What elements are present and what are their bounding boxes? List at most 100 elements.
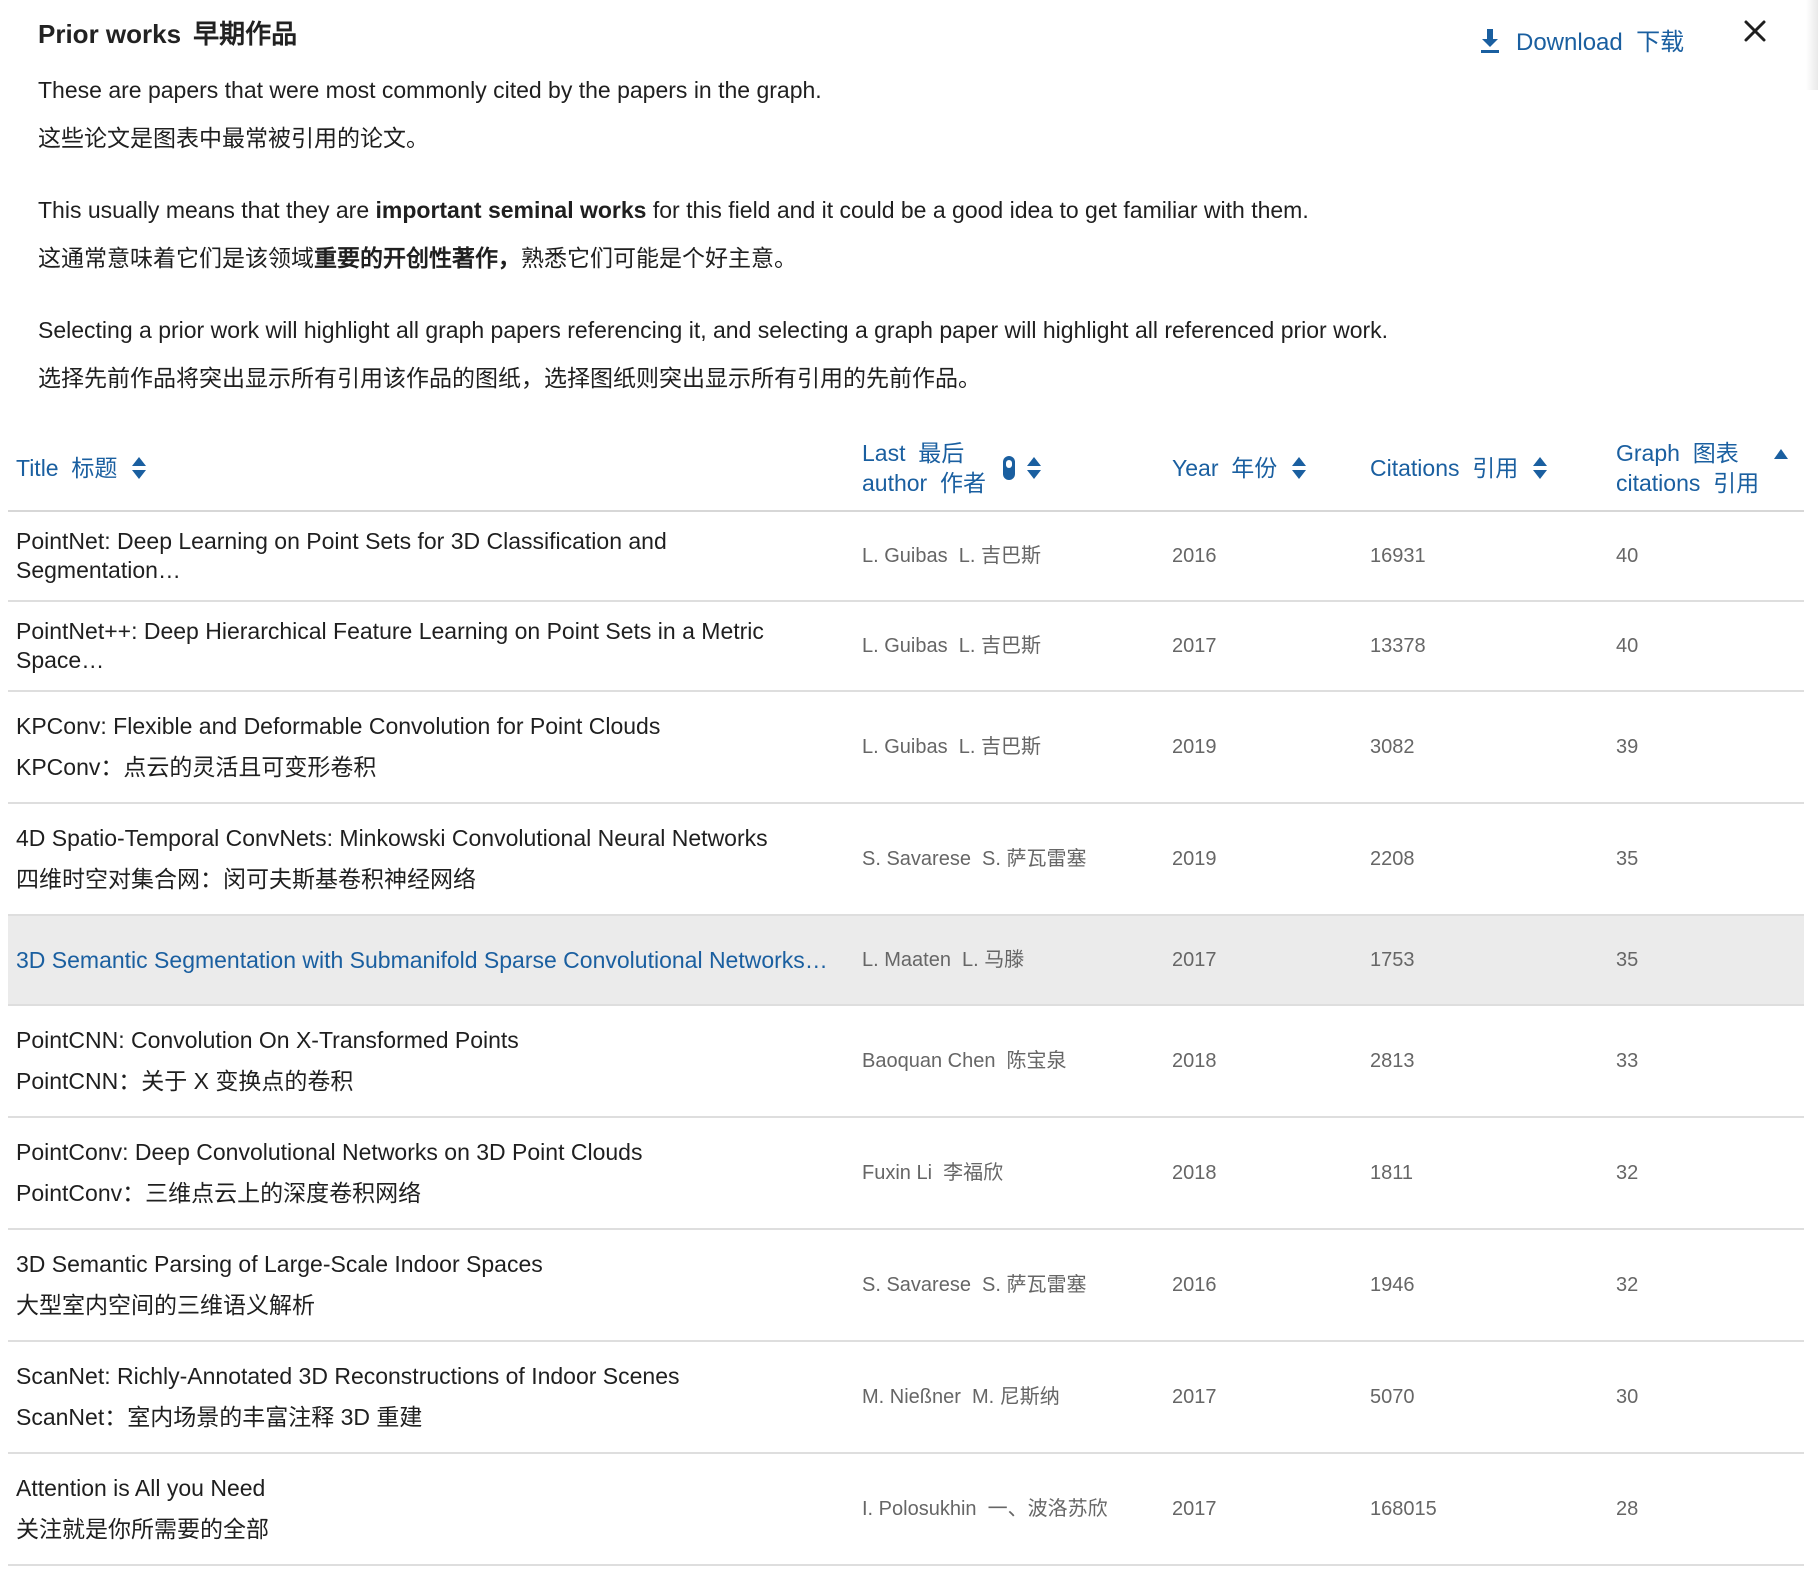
- intro-p2-en-bold: important seminal works: [375, 197, 647, 223]
- column-header-citations[interactable]: Citations 引用: [1370, 425, 1548, 510]
- paper-title-zh: 大型室内空间的三维语义解析: [16, 1292, 315, 1318]
- year: 2019: [1172, 847, 1217, 870]
- column-graph-label: Graph 图表 citations 引用: [1616, 438, 1759, 498]
- paper-title: PointCNN: Convolution On X-Transformed P…: [16, 1027, 519, 1053]
- year: 2017: [1172, 1497, 1217, 1520]
- graph-citations: 32: [1616, 1161, 1639, 1184]
- paper-title: ScanNet: Richly-Annotated 3D Reconstruct…: [16, 1363, 680, 1389]
- table-row[interactable]: Attention is All you Need 关注就是你所需要的全部 I. …: [8, 1454, 1804, 1566]
- paper-title-cell: Attention is All you Need 关注就是你所需要的全部: [16, 1454, 836, 1564]
- graph-citations: 28: [1616, 1497, 1639, 1520]
- paper-title-cell: ScanNet: Richly-Annotated 3D Reconstruct…: [16, 1342, 836, 1452]
- sort-icon: [1292, 456, 1307, 479]
- last-author: L. Guibas L. 吉巴斯: [862, 545, 1041, 567]
- citations: 1946: [1370, 1273, 1415, 1296]
- column-header-title[interactable]: Title 标题: [16, 425, 147, 510]
- sort-icon: [132, 456, 147, 479]
- paper-title: 3D Semantic Segmentation with Submanifol…: [16, 946, 828, 973]
- citations: 3082: [1370, 735, 1415, 758]
- paper-title-cell: PointCNN: Convolution On X-Transformed P…: [16, 1006, 836, 1116]
- download-icon: [1481, 28, 1499, 53]
- column-citations-label: Citations 引用: [1370, 454, 1519, 481]
- intro-p2-zh: 这通常意味着它们是该领域重要的开创性著作，熟悉它们可能是个好主意。: [38, 234, 1738, 282]
- author-filter-icon: [1003, 455, 1015, 480]
- sort-icon: [1027, 456, 1041, 479]
- table-row[interactable]: KPConv: Flexible and Deformable Convolut…: [8, 692, 1804, 804]
- graph-citations: 35: [1616, 847, 1639, 870]
- citations: 13378: [1370, 634, 1426, 657]
- download-button[interactable]: Download 下载: [1478, 22, 1684, 57]
- intro-p2-en-b: for this field and it could be a good id…: [646, 197, 1309, 223]
- paper-title: Attention is All you Need: [16, 1475, 266, 1501]
- paper-title-zh: ScanNet：室内场景的丰富注释 3D 重建: [16, 1404, 423, 1430]
- intro-p2-zh-a: 这通常意味着它们是该领域: [38, 245, 314, 271]
- paper-title-zh: KPConv：点云的灵活且可变形卷积: [16, 754, 377, 780]
- table-body: PointNet: Deep Learning on Point Sets fo…: [8, 512, 1804, 1566]
- intro-p3-zh: 选择先前作品将突出显示所有引用该作品的图纸，选择图纸则突出显示所有引用的先前作品…: [38, 365, 981, 391]
- column-header-last-author[interactable]: Last 最后 author 作者: [862, 425, 1042, 510]
- table-row[interactable]: 4D Spatio-Temporal ConvNets: Minkowski C…: [8, 804, 1804, 916]
- citations: 2813: [1370, 1049, 1415, 1072]
- column-last-author-line1: Last 最后: [862, 439, 965, 466]
- citations: 168015: [1370, 1497, 1437, 1520]
- paper-title-cell: 3D Semantic Segmentation with Submanifol…: [16, 916, 836, 1004]
- column-last-author-label: Last 最后 author 作者: [862, 438, 986, 498]
- paper-title: PointConv: Deep Convolutional Networks o…: [16, 1139, 643, 1165]
- graph-citations: 40: [1616, 634, 1639, 657]
- table-row[interactable]: 3D Semantic Segmentation with Submanifol…: [8, 916, 1804, 1006]
- prior-works-panel: Prior works 早期作品 Download 下载 These are pa…: [0, 0, 1818, 1590]
- column-year-label: Year 年份: [1172, 454, 1278, 481]
- citations: 1811: [1370, 1161, 1414, 1184]
- close-icon[interactable]: [1738, 14, 1772, 48]
- last-author: Fuxin Li 李福欣: [862, 1162, 1004, 1184]
- last-author: L. Guibas L. 吉巴斯: [862, 736, 1041, 758]
- table-row[interactable]: 3D Semantic Parsing of Large-Scale Indoo…: [8, 1230, 1804, 1342]
- panel-title-zh: 早期作品: [193, 19, 298, 49]
- paper-title-zh: PointConv：三维点云上的深度卷积网络: [16, 1180, 422, 1206]
- paper-title: KPConv: Flexible and Deformable Convolut…: [16, 713, 661, 739]
- column-header-graph-citations[interactable]: Graph 图表 citations 引用: [1616, 425, 1789, 510]
- citations: 1753: [1370, 948, 1415, 971]
- paper-title-zh: PointCNN：关于 X 变换点的卷积: [16, 1068, 354, 1094]
- last-author: L. Guibas L. 吉巴斯: [862, 635, 1041, 657]
- year: 2016: [1172, 544, 1217, 567]
- year: 2017: [1172, 948, 1217, 971]
- column-title-label: Title 标题: [16, 454, 118, 481]
- sort-ascending-icon: [1774, 448, 1789, 459]
- panel-title-en: Prior works: [38, 19, 182, 49]
- column-header-year[interactable]: Year 年份: [1172, 425, 1307, 510]
- table-row[interactable]: PointNet++: Deep Hierarchical Feature Le…: [8, 602, 1804, 692]
- year: 2017: [1172, 634, 1217, 657]
- graph-citations: 39: [1616, 735, 1639, 758]
- paper-title-zh: 关注就是你所需要的全部: [16, 1516, 269, 1542]
- intro-p3-en: Selecting a prior work will highlight al…: [38, 317, 1389, 343]
- year: 2018: [1172, 1049, 1217, 1072]
- table-row[interactable]: ScanNet: Richly-Annotated 3D Reconstruct…: [8, 1342, 1804, 1454]
- citations: 5070: [1370, 1385, 1415, 1408]
- intro-text: These are papers that were most commonly…: [38, 66, 1738, 402]
- paper-title: PointNet++: Deep Hierarchical Feature Le…: [16, 618, 764, 673]
- intro-p2-en-a: This usually means that they are: [38, 197, 376, 223]
- last-author: S. Savarese S. 萨瓦雷塞: [862, 1274, 1087, 1296]
- intro-p1-en: These are papers that were most commonly…: [38, 77, 822, 103]
- table-header: Title 标题 Last 最后 author 作者 Year 年份 Citati…: [8, 425, 1804, 512]
- last-author: M. Nießner M. 尼斯纳: [862, 1386, 1060, 1408]
- table-row[interactable]: PointCNN: Convolution On X-Transformed P…: [8, 1006, 1804, 1118]
- table-row[interactable]: PointConv: Deep Convolutional Networks o…: [8, 1118, 1804, 1230]
- last-author: Baoquan Chen 陈宝泉: [862, 1050, 1067, 1072]
- year: 2016: [1172, 1273, 1217, 1296]
- column-graph-line2: citations 引用: [1616, 469, 1760, 496]
- table-row[interactable]: PointNet: Deep Learning on Point Sets fo…: [8, 512, 1804, 602]
- paper-title-cell: PointNet++: Deep Hierarchical Feature Le…: [16, 602, 836, 690]
- paper-title-cell: 4D Spatio-Temporal ConvNets: Minkowski C…: [16, 804, 836, 914]
- intro-p2-zh-b: 熟悉它们可能是个好主意。: [521, 245, 797, 271]
- citations: 16931: [1370, 544, 1426, 567]
- intro-p2-en: This usually means that they are importa…: [38, 186, 1738, 234]
- intro-p2-zh-bold: 重要的开创性著作，: [314, 245, 521, 271]
- year: 2019: [1172, 735, 1217, 758]
- graph-citations: 30: [1616, 1385, 1639, 1408]
- last-author: I. Polosukhin 一、波洛苏欣: [862, 1498, 1108, 1520]
- graph-citations: 33: [1616, 1049, 1639, 1072]
- paper-title: 4D Spatio-Temporal ConvNets: Minkowski C…: [16, 825, 768, 851]
- citations: 2208: [1370, 847, 1415, 870]
